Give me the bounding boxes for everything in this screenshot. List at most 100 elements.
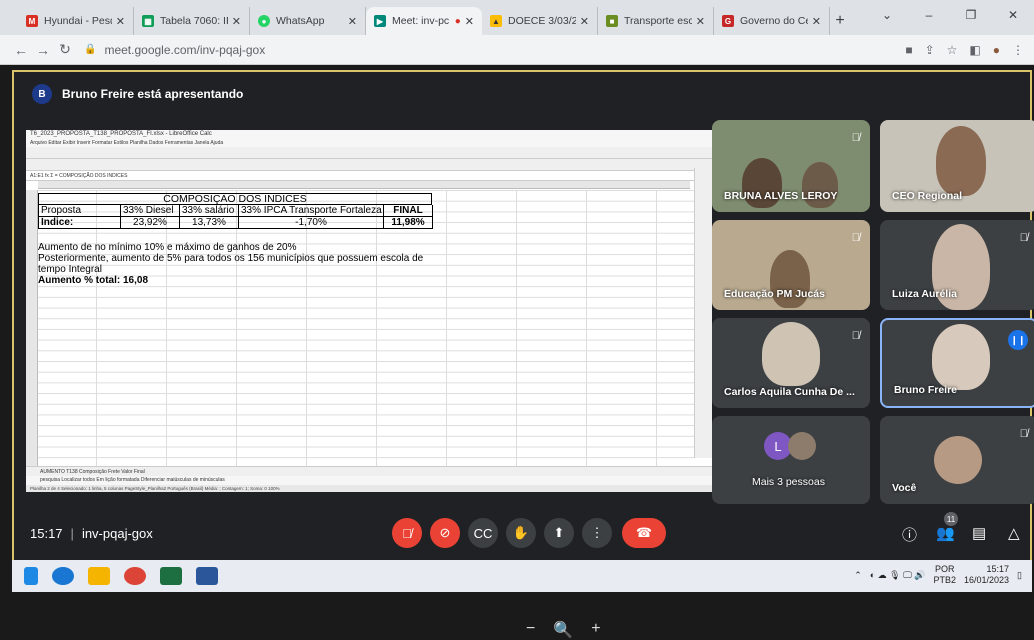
self-tile[interactable]: 🎙̸ Você <box>880 416 1034 504</box>
star-icon[interactable]: ☆ <box>947 43 958 57</box>
note-line: tempo Integral <box>38 264 102 275</box>
end-call-button[interactable]: ☎ <box>622 518 666 548</box>
presenter-text: Bruno Freire está apresentando <box>62 87 244 101</box>
close-tab-icon[interactable]: ✕ <box>580 15 589 28</box>
new-tab-button[interactable]: + <box>830 7 850 35</box>
gmail-icon: M <box>26 15 38 27</box>
close-tab-icon[interactable]: ✕ <box>465 15 474 28</box>
sidebar-icon[interactable]: ◧ <box>969 43 980 57</box>
camera-icon[interactable]: ■ <box>905 43 912 57</box>
browser-tab[interactable]: ● WhatsApp ✕ <box>250 7 366 35</box>
close-tab-icon[interactable]: ✕ <box>696 15 705 28</box>
tray-chevron-icon[interactable]: ⌃ <box>854 570 862 581</box>
menu-icon[interactable]: ⋮ <box>1012 43 1024 57</box>
zoom-in-icon[interactable]: + <box>591 620 600 640</box>
browser-tab[interactable]: ▦Tabela 7060: IPCA✕ <box>134 7 250 35</box>
participant-video <box>762 322 820 386</box>
more-people-tile[interactable]: L Mais 3 pessoas <box>712 416 870 504</box>
file-explorer-icon[interactable] <box>88 567 110 585</box>
edge-icon[interactable] <box>52 567 74 585</box>
presenter-avatar: B <box>32 84 52 104</box>
share-icon[interactable]: ⇪ <box>925 43 935 57</box>
tab-search-icon[interactable]: ⌄ <box>866 0 908 30</box>
word-icon[interactable] <box>196 567 218 585</box>
windows-taskbar: ⌃ ◐ ☁ 🎙 🖵 🔊 POR PTB2 15:17 16/01/2023 ▯ <box>12 560 1032 592</box>
gov-icon: G <box>722 15 734 27</box>
profile-avatar[interactable]: ● <box>993 43 1000 57</box>
excel-icon[interactable] <box>160 567 182 585</box>
participant-tile[interactable]: 🎙̸ Educação PM Jucás <box>712 220 870 310</box>
participant-tile[interactable]: 🎙̸ Luiza Aurélia <box>880 220 1034 310</box>
participant-name: Bruno Freire <box>894 384 958 396</box>
browser-tab[interactable]: GGoverno do Ceará✕ <box>714 7 830 35</box>
minimize-button[interactable]: – <box>908 0 950 30</box>
close-tab-icon[interactable]: ✕ <box>812 15 821 28</box>
browser-tab[interactable]: ▲DOECE 3/03/202✕ <box>482 7 598 35</box>
start-icon[interactable] <box>24 567 38 585</box>
browser-tab-strip: MHyundai - Pesqu✕ ▦Tabela 7060: IPCA✕ ●W… <box>0 0 1034 35</box>
chat-icon[interactable]: ▤ <box>972 524 986 542</box>
meet-icon: ▶ <box>374 15 386 27</box>
more-options-button[interactable]: ⋮ <box>582 518 612 548</box>
reload-icon[interactable]: ↻ <box>54 41 76 58</box>
activities-icon[interactable]: △ <box>1008 524 1020 542</box>
note-line: Aumento de no mínimo 10% e máximo de gan… <box>38 242 297 253</box>
language-indicator[interactable]: POR PTB2 <box>933 564 956 586</box>
close-tab-icon[interactable]: ✕ <box>348 15 357 28</box>
participant-name: Você <box>892 482 917 494</box>
calc-toolbar <box>26 147 712 159</box>
url-field[interactable]: 🔒 meet.google.com/inv-pqaj-gox <box>84 39 905 61</box>
mic-off-button[interactable]: 🎙̸ <box>392 518 422 548</box>
notification-icon[interactable]: ▯ <box>1017 570 1022 581</box>
close-tab-icon[interactable]: ✕ <box>116 15 125 28</box>
table-row: Índice: 23,92% 13,73% -1,70% 11,98% <box>38 217 433 229</box>
mic-off-icon: 🎙̸ <box>851 232 860 244</box>
browser-actions: ■ ⇪ ☆ ◧ ● ⋮ <box>905 43 1024 57</box>
camera-off-button[interactable]: ⊘ <box>430 518 460 548</box>
doc-icon: ▲ <box>490 15 502 27</box>
mic-off-icon: 🎙̸ <box>851 132 860 144</box>
shared-screen: T6_2023_PROPOSTA_T138_PROPOSTA_FI.xlsx -… <box>26 130 712 492</box>
participant-tile[interactable]: 🎙̸ BRUNA ALVES LEROY <box>712 120 870 212</box>
participant-tile-speaking[interactable]: ❙❙ Bruno Freire <box>880 318 1034 408</box>
close-window-button[interactable]: ✕ <box>992 0 1034 30</box>
address-bar-row: ← → ↻ 🔒 meet.google.com/inv-pqaj-gox ■ ⇪ … <box>0 35 1034 65</box>
recording-dot-icon: ● <box>454 15 461 27</box>
meet-window: B Bruno Freire está apresentando T6_2023… <box>12 70 1034 592</box>
raise-hand-button[interactable]: ✋ <box>506 518 536 548</box>
presenter-banner: B Bruno Freire está apresentando <box>32 84 243 104</box>
calc-grid <box>26 190 694 466</box>
close-tab-icon[interactable]: ✕ <box>232 15 241 28</box>
zoom-icon[interactable]: 🔍 <box>553 620 573 640</box>
table-header-row: Proposta 33% Diesel 33% salário 33% IPCA… <box>38 205 433 217</box>
system-tray: ⌃ ◐ ☁ 🎙 🖵 🔊 POR PTB2 15:17 16/01/2023 ▯ <box>854 564 1022 586</box>
browser-tab[interactable]: MHyundai - Pesqu✕ <box>18 7 134 35</box>
forward-icon[interactable]: → <box>32 42 54 58</box>
calc-window-title: T6_2023_PROPOSTA_T138_PROPOSTA_FI.xlsx -… <box>26 130 712 139</box>
participant-tile[interactable]: CEO Regional <box>880 120 1034 212</box>
people-icon[interactable]: 👥 <box>936 524 955 542</box>
calc-column-headers <box>38 181 690 189</box>
note-line: Posteriormente, aumento de 5% para todos… <box>38 253 424 264</box>
clock[interactable]: 15:17 16/01/2023 <box>964 564 1009 586</box>
tray-apps-icon[interactable]: ◐ ☁ 🎙 🖵 🔊 <box>870 570 926 581</box>
chrome-icon[interactable] <box>124 567 146 585</box>
zoom-out-icon[interactable]: − <box>526 620 535 640</box>
back-icon[interactable]: ← <box>10 42 32 58</box>
total-line: Aumento % total: 16,08 <box>38 275 149 286</box>
bus-icon: ■ <box>606 15 618 27</box>
maximize-button[interactable]: ❐ <box>950 0 992 30</box>
calc-find-bar: pesquisa Localizar todos Em lição format… <box>26 476 712 485</box>
info-icon[interactable]: ⓘ <box>902 524 917 545</box>
participant-name: Carlos Aquila Cunha De ... <box>724 386 855 398</box>
lock-icon: 🔒 <box>84 44 97 55</box>
participant-tile[interactable]: 🎙̸ Carlos Aquila Cunha De ... <box>712 318 870 408</box>
calc-sidebar <box>694 168 712 458</box>
browser-tab[interactable]: ■Transporte escola✕ <box>598 7 714 35</box>
window-controls: ⌄ – ❐ ✕ <box>866 0 1034 30</box>
participant-video <box>936 126 986 196</box>
present-button[interactable]: ⬆ <box>544 518 574 548</box>
participant-name: Luiza Aurélia <box>892 288 957 300</box>
browser-tab-active[interactable]: ▶ Meet: inv-pc ● ✕ <box>366 7 482 35</box>
captions-button[interactable]: CC <box>468 518 498 548</box>
